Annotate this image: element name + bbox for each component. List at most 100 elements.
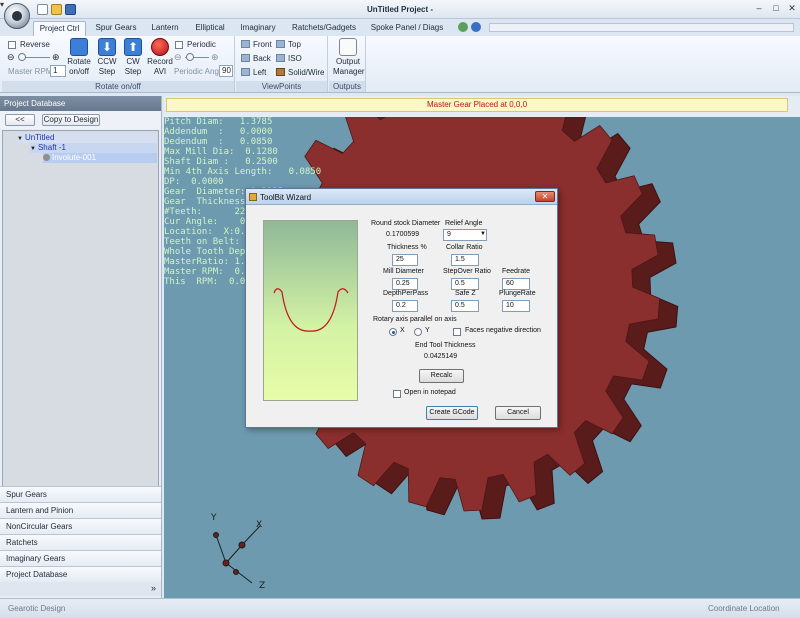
viewpoint-front-button[interactable]: Front — [241, 39, 272, 50]
document-icon — [339, 38, 357, 56]
nav-more-chevron-icon[interactable]: » — [0, 582, 161, 596]
maximize-button[interactable]: □ — [769, 3, 783, 16]
feedrate-input[interactable]: 60 — [502, 278, 530, 290]
svg-text:Y: Y — [210, 513, 217, 523]
copy-to-design-button[interactable]: Copy to Design — [42, 114, 100, 126]
top-label: Top — [288, 40, 301, 49]
cancel-button[interactable]: Cancel — [495, 406, 541, 420]
record-avi-button[interactable]: Record AVI — [147, 38, 173, 78]
globe-icon[interactable] — [458, 22, 468, 32]
periodic-label: Periodic — [187, 40, 216, 49]
tab-spoke-panel[interactable]: Spoke Panel / Diags — [369, 21, 445, 36]
periodic-minus-icon[interactable]: ⊖ — [174, 52, 182, 63]
create-gcode-button[interactable]: Create GCode — [426, 406, 478, 420]
solid-wire-button[interactable]: Solid/Wire — [276, 67, 324, 78]
periodic-ang-label: Periodic Ang — [174, 67, 219, 76]
status-coordinates: Coordinate Location — [708, 604, 780, 613]
dialog-title: ToolBit Wizard — [260, 193, 312, 202]
nav-lantern-pinion[interactable]: Lantern and Pinion — [0, 502, 161, 518]
periodic-ang-input[interactable]: 90 — [219, 65, 233, 77]
expand-icon[interactable]: ▼ — [17, 136, 23, 142]
nav-noncircular-gears[interactable]: NonCircular Gears — [0, 518, 161, 534]
tree-shaft-label: Shaft -1 — [37, 143, 66, 152]
group-rotate: Reverse ⊖ ⊕ Master RPM 1 Rotate on/off ⬇… — [2, 36, 235, 92]
tree-toolbar: << Copy to Design — [0, 111, 161, 129]
viewpoint-iso-button[interactable]: ISO — [276, 53, 302, 64]
rotate-button[interactable]: Rotate on/off — [66, 38, 92, 78]
tab-ratchets-gadgets[interactable]: Ratchets/Gadgets — [289, 21, 359, 36]
master-rpm-input[interactable]: 1 — [50, 65, 66, 77]
thickness-label: Thickness % — [387, 244, 427, 251]
close-window-button[interactable]: ✕ — [785, 3, 799, 16]
record-label-2: AVI — [153, 67, 167, 76]
tree-node-involute[interactable]: Involute-001 — [43, 153, 157, 163]
round-stock-label: Round stock Diameter — [371, 220, 441, 227]
nav-ratchets[interactable]: Ratchets — [0, 534, 161, 550]
toolbit-profile — [273, 288, 349, 332]
iso-label: ISO — [288, 54, 302, 63]
tree-node-shaft[interactable]: ▼ Shaft -1 — [30, 143, 157, 153]
tab-elliptical[interactable]: Elliptical — [191, 21, 229, 36]
axis-y-radio[interactable] — [414, 328, 422, 336]
nav-spur-gears[interactable]: Spur Gears — [0, 486, 161, 502]
periodic-plus-icon[interactable]: ⊕ — [211, 52, 219, 63]
stepover-label: StepOver Ratio — [443, 268, 491, 275]
plunge-rate-input[interactable]: 10 — [502, 300, 530, 312]
dialog-close-button[interactable]: ✕ — [535, 191, 555, 202]
window-title: UnTitled Project - — [366, 5, 434, 14]
recalc-button[interactable]: Recalc — [419, 369, 464, 383]
ribbon-tab-bar: Project Ctrl Spur Gears Lantern Elliptic… — [0, 19, 800, 36]
rpm-minus-icon[interactable]: ⊖ — [7, 52, 15, 63]
toolbit-preview — [263, 220, 358, 401]
tab-spur-gears[interactable]: Spur Gears — [93, 21, 139, 36]
ccw-step-button[interactable]: ⬇ CCW Step — [94, 38, 120, 78]
mill-diameter-input[interactable]: 0.25 — [392, 278, 418, 290]
help-icon[interactable] — [471, 22, 481, 32]
viewpoint-back-button[interactable]: Back — [241, 53, 271, 64]
stepover-input[interactable]: 0.5 — [451, 278, 479, 290]
cw-step-button[interactable]: ⬆ CW Step — [120, 38, 146, 78]
master-rpm-label: Master RPM — [8, 67, 53, 76]
nav-project-database[interactable]: Project Database — [0, 566, 161, 582]
thickness-input[interactable]: 25 — [392, 254, 418, 266]
periodic-slider-knob[interactable] — [186, 53, 194, 61]
output-manager-button[interactable]: Output Manager — [333, 38, 365, 78]
rpm-slider-knob[interactable] — [18, 53, 26, 61]
minimize-button[interactable]: – — [752, 3, 766, 16]
faces-negative-checkbox[interactable] — [453, 328, 461, 336]
gear-stat-left-line: Dedendum : 0.0850 — [164, 137, 273, 147]
expand-icon[interactable]: ▼ — [30, 146, 36, 152]
dialog-title-bar[interactable]: ToolBit Wizard ✕ — [246, 189, 557, 205]
nav-imaginary-gears[interactable]: Imaginary Gears — [0, 550, 161, 566]
back-view-icon — [241, 54, 250, 62]
dropdown-arrow-icon[interactable]: ▼ — [480, 231, 486, 237]
reverse-checkbox[interactable] — [8, 41, 16, 49]
app-menu-button[interactable] — [4, 3, 30, 29]
periodic-checkbox[interactable] — [175, 41, 183, 49]
tab-project-ctrl[interactable]: Project Ctrl — [33, 21, 86, 36]
axis-x-radio[interactable] — [389, 328, 397, 336]
back-label: Back — [253, 54, 271, 63]
tree-node-root[interactable]: ▼ UnTitled — [17, 133, 157, 143]
left-view-icon — [241, 68, 250, 76]
open-notepad-label: Open in notepad — [404, 389, 456, 396]
gear-stat-left-line: Addendum : 0.0000 — [164, 127, 273, 137]
rpm-plus-icon[interactable]: ⊕ — [52, 52, 60, 63]
cw-label-1: CW — [126, 57, 140, 66]
collar-ratio-input[interactable]: 1.5 — [451, 254, 479, 266]
open-notepad-checkbox[interactable] — [393, 390, 401, 398]
arrow-up-icon: ⬆ — [124, 38, 142, 56]
tab-lantern[interactable]: Lantern — [147, 21, 183, 36]
faces-negative-label: Faces negative direction — [465, 327, 541, 334]
axis-labels: Y X Z — [210, 513, 265, 591]
back-button[interactable]: << — [5, 114, 35, 126]
viewpoint-left-button[interactable]: Left — [241, 67, 266, 78]
ribbon-search-bar[interactable] — [489, 23, 794, 32]
depth-per-pass-input[interactable]: 0.2 — [392, 300, 418, 312]
rotary-axis-label: Rotary axis parallel on axis — [373, 316, 457, 323]
viewpoint-top-button[interactable]: Top — [276, 39, 301, 50]
tab-imaginary[interactable]: Imaginary — [238, 21, 278, 36]
safe-z-input[interactable]: 0.5 — [451, 300, 479, 312]
svg-text:Z: Z — [259, 581, 265, 591]
rotate-icon — [70, 38, 88, 56]
